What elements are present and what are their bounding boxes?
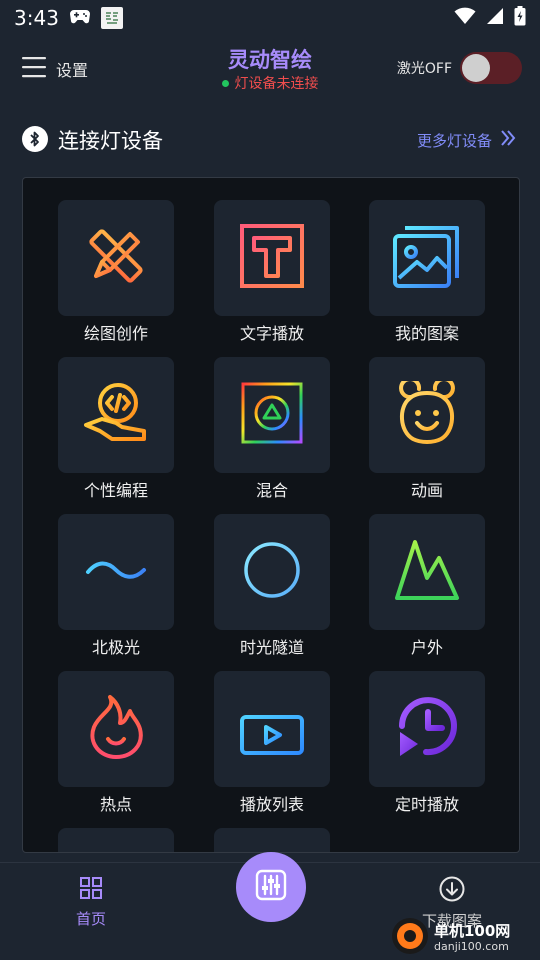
feature-tile-hotspot[interactable] [58,671,174,787]
toggle-knob [462,54,490,82]
nav-home-label: 首页 [75,910,106,928]
watermark-logo-icon [390,916,430,960]
rainbow-square-icon [240,381,304,449]
feature-label: 时光隧道 [239,638,304,657]
pencil-ruler-icon [82,222,150,294]
connect-device-section: 连接灯设备 更多灯设备 [0,118,540,162]
connection-status-text: 灯设备未连接 [234,76,319,92]
text-t-icon [238,222,306,294]
feature-tile-animation[interactable] [369,357,485,473]
feature-label: 热点 [99,795,132,814]
feature-label: 播放列表 [239,795,304,814]
playlist-icon [238,697,306,761]
notification-app-icon [100,7,123,29]
feature-tile-playlist[interactable] [214,671,330,787]
feature-label: 定时播放 [394,795,459,814]
laser-label: 激光OFF [396,61,452,77]
status-bar: 3:43 [0,0,540,36]
laser-toggle[interactable] [460,52,522,84]
gamepad-icon [69,8,91,28]
watermark-text: 单机100网 danji100.com [434,922,511,954]
feature-label: 我的图案 [394,324,459,343]
feature-label: 绘图创作 [83,324,148,343]
double-chevron-right-icon [500,129,516,151]
app-header: 设置 灵动智绘 灯设备未连接 激光OFF [0,36,540,104]
feature-tile-time-tunnel[interactable] [214,514,330,630]
watermark-title: 单机100网 [434,922,511,940]
code-hand-icon [82,379,150,451]
wave-icon [84,558,148,586]
gallery-icon [391,222,463,294]
feature-tile-drawing[interactable] [58,200,174,316]
feature-tile-outdoor[interactable] [369,514,485,630]
nav-home[interactable]: 首页 [41,876,141,929]
feature-label: 北极光 [91,638,140,657]
clock-play-icon [392,692,462,766]
battery-icon [514,6,526,30]
mountain-icon [393,538,461,606]
feature-label: 混合 [255,481,288,500]
equalizer-fab-button[interactable] [236,852,306,922]
more-devices-label: 更多灯设备 [416,131,492,150]
signal-icon [486,7,504,29]
feature-tile-partial[interactable] [214,828,330,852]
circle-icon [242,540,302,604]
section-title: 连接灯设备 [58,129,163,153]
flame-icon [86,693,146,765]
equalizer-icon [254,868,288,906]
feature-tile-partial[interactable] [58,828,174,852]
feature-grid-panel: 绘图创作 文字播放 我的图案 个性编程 混合 动画 北极光 时光隧道 户外 热点… [22,177,520,853]
connection-dot-icon [221,79,229,87]
feature-tile-aurora[interactable] [58,514,174,630]
download-circle-icon [439,876,465,906]
watermark: 单机100网 danji100.com [390,916,540,960]
bluetooth-icon [22,126,48,152]
feature-tile-text[interactable] [214,200,330,316]
feature-tile-programming[interactable] [58,357,174,473]
feature-label: 文字播放 [239,324,304,343]
more-devices-link[interactable]: 更多灯设备 [417,129,516,151]
feature-tile-my-patterns[interactable] [369,200,485,316]
feature-tile-timed-play[interactable] [369,671,485,787]
wifi-icon [454,7,476,29]
feature-label: 户外 [410,638,443,657]
bear-face-icon [393,377,461,449]
feature-label: 动画 [410,481,443,500]
feature-tile-mix[interactable] [214,357,330,473]
laser-control: 激光OFF [397,52,522,84]
grid-icon [79,876,103,904]
watermark-sub: danji100.com [434,940,509,953]
status-time: 3:43 [14,6,59,30]
feature-label: 个性编程 [83,481,148,500]
